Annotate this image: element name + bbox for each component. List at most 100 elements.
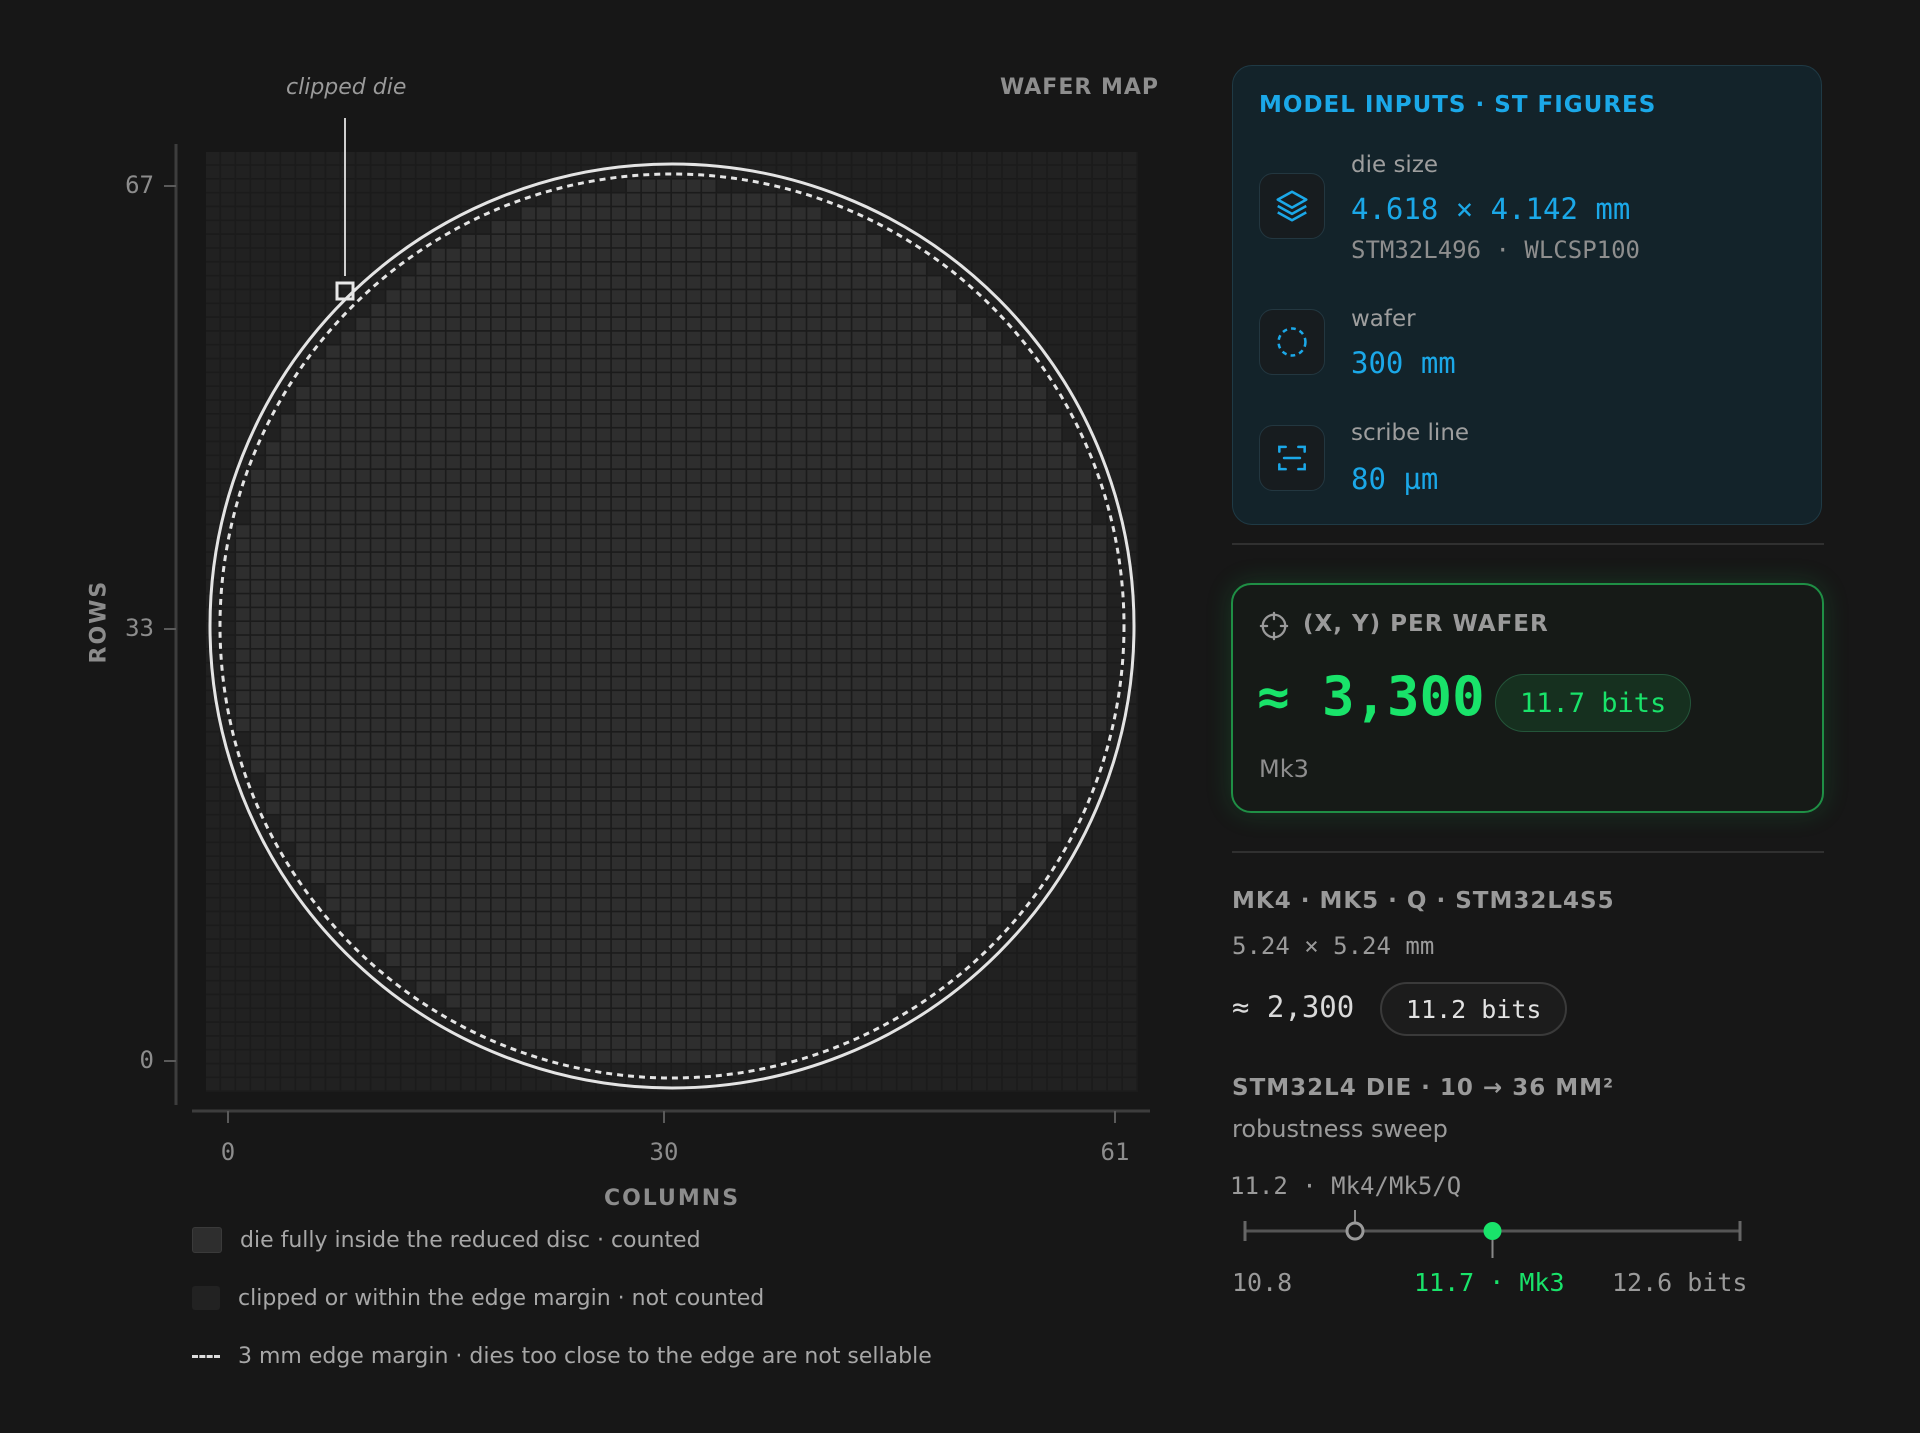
die-counted bbox=[777, 345, 791, 358]
die-size-label: die size bbox=[1351, 152, 1439, 178]
die-excluded bbox=[206, 165, 220, 179]
die-counted bbox=[702, 456, 716, 469]
die-counted bbox=[656, 677, 671, 690]
die-excluded bbox=[957, 152, 972, 165]
die-counted bbox=[897, 912, 911, 925]
die-excluded bbox=[281, 276, 295, 289]
die-counted bbox=[371, 608, 385, 621]
die-counted bbox=[476, 594, 491, 607]
die-counted bbox=[431, 912, 445, 925]
die-excluded bbox=[521, 193, 536, 206]
die-counted bbox=[446, 304, 460, 317]
die-counted bbox=[1017, 525, 1032, 538]
die-excluded bbox=[221, 1036, 235, 1049]
die-excluded bbox=[1122, 926, 1137, 939]
die-counted bbox=[446, 718, 460, 731]
die-counted bbox=[777, 704, 791, 718]
die-counted bbox=[732, 981, 746, 994]
die-excluded bbox=[1032, 1078, 1047, 1091]
die-counted bbox=[626, 387, 641, 400]
die-counted bbox=[957, 539, 972, 552]
die-counted bbox=[251, 677, 265, 690]
die-excluded bbox=[1077, 939, 1092, 953]
die-counted bbox=[762, 290, 776, 303]
die-counted bbox=[792, 622, 806, 635]
die-counted bbox=[987, 815, 1002, 828]
die-counted bbox=[461, 691, 475, 704]
die-counted bbox=[1032, 801, 1047, 814]
die-counted bbox=[717, 428, 731, 441]
die-counted bbox=[1017, 774, 1032, 787]
die-excluded bbox=[1092, 1078, 1107, 1091]
die-excluded bbox=[1092, 207, 1107, 220]
die-counted bbox=[942, 829, 957, 842]
die-counted bbox=[717, 981, 731, 994]
die-counted bbox=[702, 580, 716, 593]
die-counted bbox=[461, 718, 475, 731]
die-counted bbox=[416, 912, 430, 925]
die-excluded bbox=[1062, 967, 1077, 980]
die-counted bbox=[957, 732, 972, 745]
die-excluded bbox=[957, 207, 972, 220]
die-counted bbox=[1002, 539, 1017, 552]
die-counted bbox=[326, 746, 340, 759]
die-counted bbox=[536, 511, 551, 524]
die-excluded bbox=[281, 165, 295, 179]
die-excluded bbox=[206, 442, 220, 455]
die-counted bbox=[762, 635, 776, 649]
die-counted bbox=[326, 774, 340, 787]
die-counted bbox=[641, 525, 656, 538]
die-counted bbox=[281, 801, 295, 814]
die-excluded bbox=[371, 207, 385, 220]
die-counted bbox=[672, 1036, 686, 1049]
die-counted bbox=[641, 193, 656, 206]
die-counted bbox=[777, 414, 791, 427]
die-counted bbox=[536, 580, 551, 593]
die-excluded bbox=[882, 221, 896, 234]
die-counted bbox=[356, 608, 370, 621]
die-excluded bbox=[1077, 1050, 1092, 1063]
die-counted bbox=[702, 1050, 716, 1063]
die-counted bbox=[401, 843, 415, 856]
result-bits-badge: 11.7 bits bbox=[1495, 674, 1692, 732]
die-excluded bbox=[1107, 594, 1122, 607]
die-counted bbox=[416, 525, 430, 538]
die-counted bbox=[581, 1022, 596, 1036]
die-excluded bbox=[1002, 1022, 1017, 1036]
die-counted bbox=[702, 884, 716, 897]
die-excluded bbox=[236, 926, 250, 939]
model-inputs-card: MODEL INPUTS · ST FIGURES die size 4.618… bbox=[1232, 65, 1822, 525]
die-excluded bbox=[1047, 1050, 1062, 1063]
die-counted bbox=[807, 345, 821, 358]
die-excluded bbox=[1002, 152, 1017, 165]
die-excluded bbox=[416, 1050, 430, 1063]
die-counted bbox=[566, 857, 581, 870]
die-excluded bbox=[1107, 276, 1122, 289]
die-excluded bbox=[341, 926, 355, 939]
die-counted bbox=[536, 787, 551, 801]
die-counted bbox=[867, 732, 881, 745]
die-counted bbox=[326, 525, 340, 538]
die-counted bbox=[236, 608, 250, 621]
die-excluded bbox=[1032, 995, 1047, 1008]
die-excluded bbox=[401, 262, 415, 275]
die-excluded bbox=[912, 179, 926, 192]
die-excluded bbox=[236, 248, 250, 261]
die-counted bbox=[446, 746, 460, 759]
die-counted bbox=[566, 1009, 581, 1022]
die-excluded bbox=[221, 774, 235, 787]
die-counted bbox=[521, 483, 536, 496]
die-counted bbox=[641, 829, 656, 842]
die-counted bbox=[401, 691, 415, 704]
die-excluded bbox=[1002, 981, 1017, 994]
die-excluded bbox=[371, 1036, 385, 1049]
die-counted bbox=[792, 870, 806, 884]
die-counted bbox=[566, 939, 581, 953]
die-counted bbox=[927, 608, 941, 621]
die-counted bbox=[461, 456, 475, 469]
die-counted bbox=[356, 580, 370, 593]
die-counted bbox=[822, 483, 836, 496]
die-excluded bbox=[431, 1050, 445, 1063]
die-counted bbox=[491, 373, 506, 386]
die-excluded bbox=[1077, 234, 1092, 248]
